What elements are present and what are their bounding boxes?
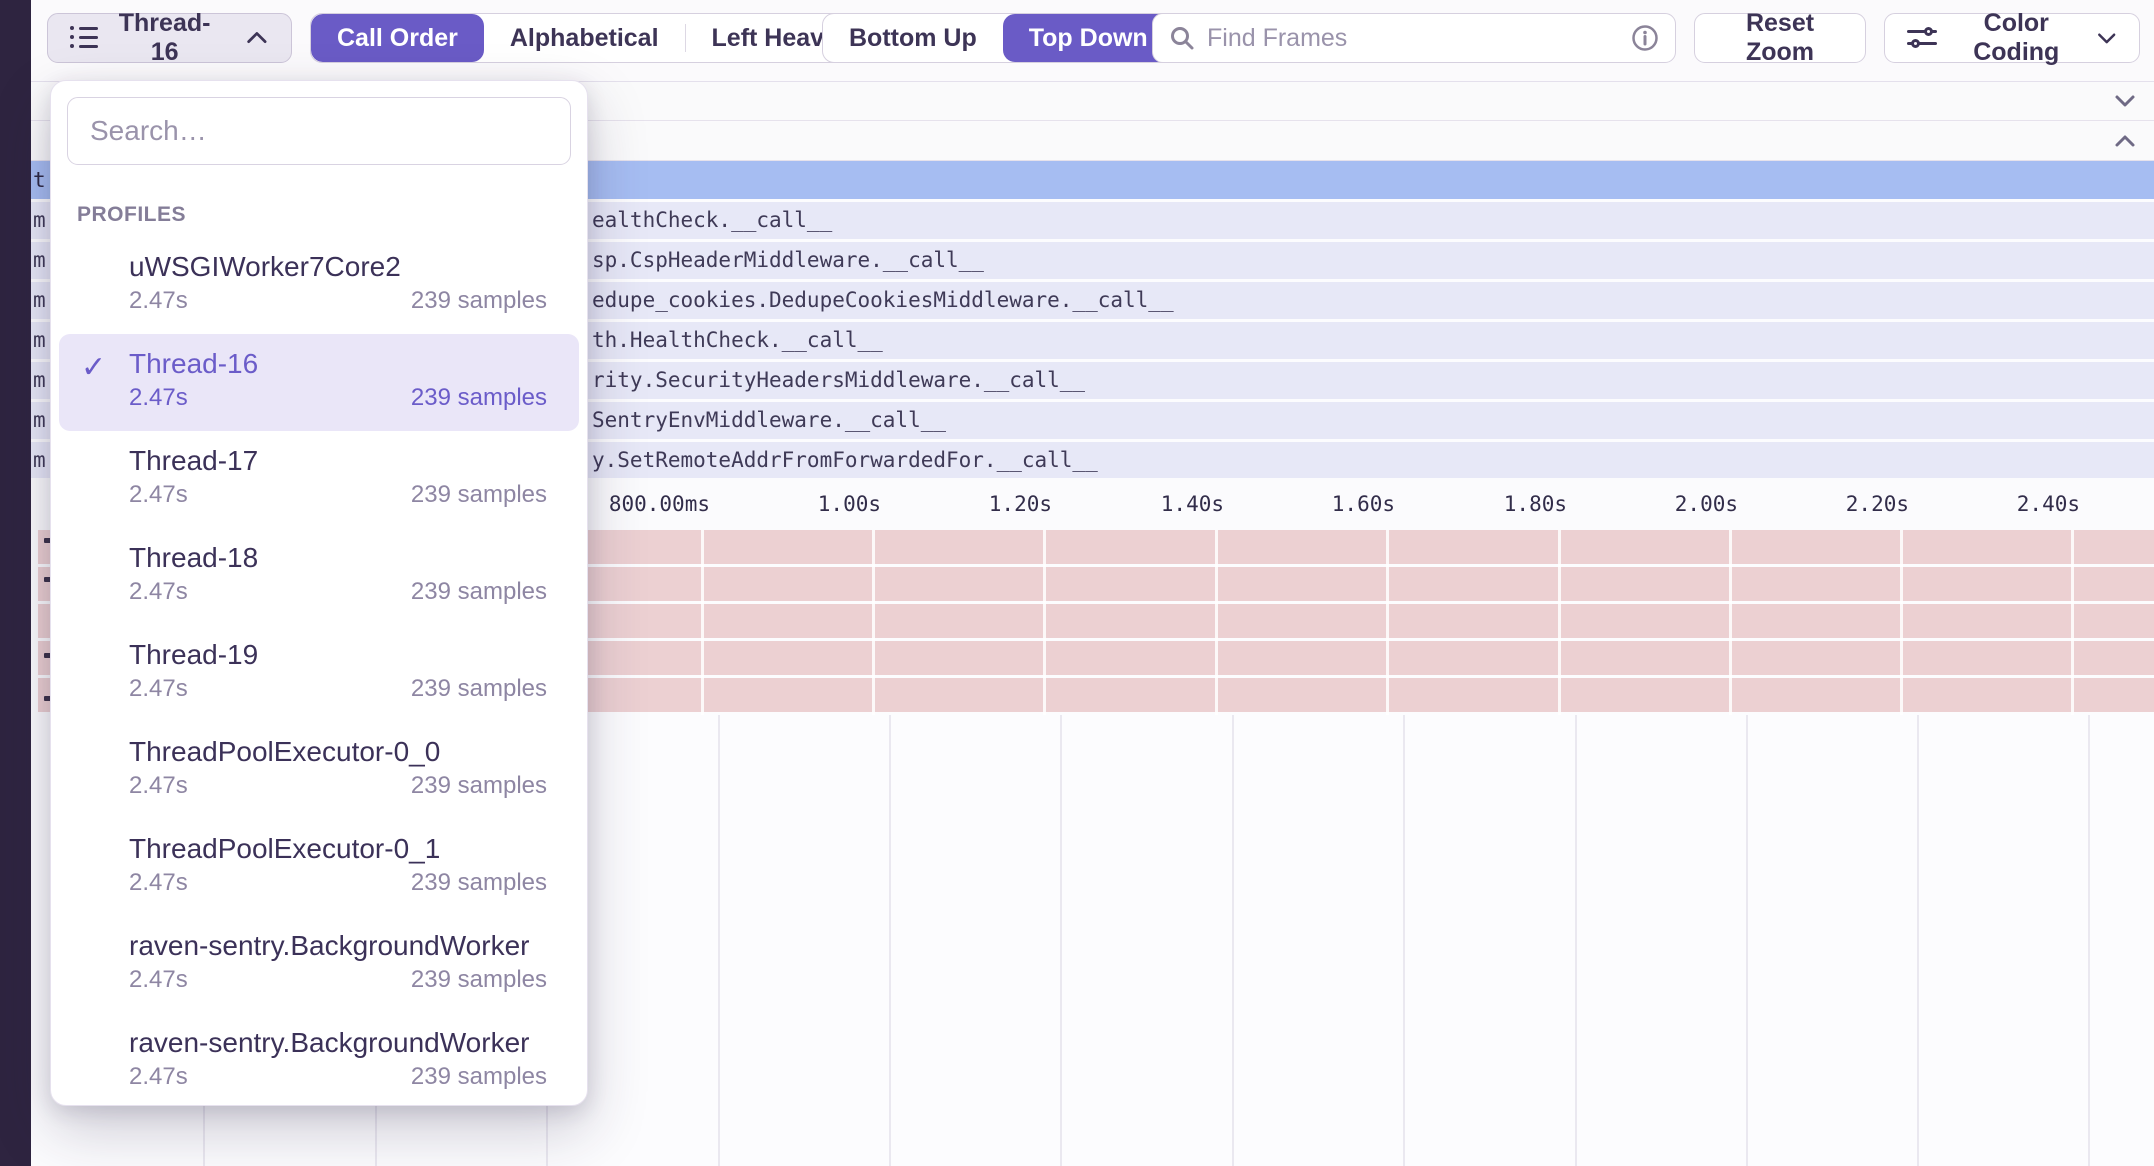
gridline: [1232, 715, 1234, 1166]
profile-name: Thread-19: [129, 638, 547, 672]
axis-tick-label: 1.40s: [1074, 478, 1224, 530]
profile-samples: 239 samples: [411, 384, 547, 412]
frame-label: y.SetRemoteAddrFromForwardedFor.__call__: [592, 442, 1098, 479]
profile-duration: 2.47s: [129, 869, 188, 897]
profile-duration: 2.47s: [129, 966, 188, 994]
info-icon[interactable]: [1631, 24, 1659, 52]
checkmark-icon: ✓: [81, 350, 106, 385]
chevron-up-icon[interactable]: [2112, 130, 2138, 152]
profile-item-threadpoolexecutor-0-1[interactable]: ThreadPoolExecutor-0_1 2.47s 239 samples: [59, 819, 579, 916]
axis-tick-label: 2.20s: [1759, 478, 1909, 530]
chevron-up-icon: [245, 29, 269, 47]
profile-samples: 239 samples: [411, 869, 547, 897]
profile-item-thread-16[interactable]: ✓ Thread-16 2.47s 239 samples: [59, 334, 579, 431]
frame-text-fragment: m: [33, 282, 46, 319]
profile-samples: 239 samples: [411, 772, 547, 800]
axis-tick-label: 2.00s: [1588, 478, 1738, 530]
thread-row-text-fragment: t: [33, 161, 46, 199]
frame-text-fragment: m: [33, 322, 46, 359]
frame-text-fragment: m: [33, 362, 46, 399]
profile-item-raven-sentry-backgroundworker-2[interactable]: raven-sentry.BackgroundWorker 2.47s 239 s…: [59, 1013, 579, 1106]
gridline: [718, 715, 720, 1166]
profile-duration: 2.47s: [129, 384, 188, 412]
axis-tick-label: 2.40s: [1930, 478, 2080, 530]
reset-zoom-label: Reset Zoom: [1717, 9, 1843, 67]
app-sidebar-rail: [0, 0, 31, 1166]
frame-text-fragment: m: [33, 442, 46, 479]
profile-item-thread-18[interactable]: Thread-18 2.47s 239 samples: [59, 528, 579, 625]
thread-selector-label: Thread-16: [110, 9, 219, 67]
profile-item-thread-19[interactable]: Thread-19 2.47s 239 samples: [59, 625, 579, 722]
gridline: [1060, 715, 1062, 1166]
sort-alphabetical-button[interactable]: Alphabetical: [484, 14, 685, 62]
sliders-icon: [1907, 27, 1937, 49]
axis-tick-label: 1.00s: [731, 478, 881, 530]
gridline: [1575, 715, 1577, 1166]
search-icon: [1169, 25, 1195, 51]
reset-zoom-button[interactable]: Reset Zoom: [1694, 13, 1866, 63]
profile-duration: 2.47s: [129, 287, 188, 315]
profile-samples: 239 samples: [411, 675, 547, 703]
profile-samples: 239 samples: [411, 966, 547, 994]
profile-duration: 2.47s: [129, 675, 188, 703]
bottom-up-button[interactable]: Bottom Up: [823, 14, 1003, 62]
chevron-down-icon: [2096, 29, 2117, 47]
gridline: [889, 715, 891, 1166]
frame-label: ealthCheck.__call__: [592, 202, 832, 239]
frame-label: rity.SecurityHeadersMiddleware.__call__: [592, 362, 1085, 399]
profile-samples: 239 samples: [411, 481, 547, 509]
frame-text-fragment: m: [33, 242, 46, 279]
profile-name: ThreadPoolExecutor-0_0: [129, 735, 547, 769]
profile-name: raven-sentry.BackgroundWorker: [129, 929, 547, 963]
frame-text-fragment: m: [33, 402, 46, 439]
profile-samples: 239 samples: [411, 578, 547, 606]
profile-samples: 239 samples: [411, 1063, 547, 1091]
axis-tick-label: 1.80s: [1417, 478, 1567, 530]
profile-item-uwsgiworker7core2[interactable]: uWSGIWorker7Core2 2.47s 239 samples: [59, 237, 579, 334]
profile-samples: 239 samples: [411, 287, 547, 315]
frame-label: sp.CspHeaderMiddleware.__call__: [592, 242, 984, 279]
profile-name: ThreadPoolExecutor-0_1: [129, 832, 547, 866]
thread-dropdown-panel: PROFILES uWSGIWorker7Core2 2.47s 239 samp…: [50, 80, 588, 1106]
find-frames-field: [1152, 13, 1676, 63]
profiles-section-label: PROFILES: [51, 181, 587, 237]
sort-mode-segmented-control: Call Order Alphabetical Left Heavy: [310, 13, 865, 63]
dropdown-search-input[interactable]: [90, 115, 548, 147]
color-coding-button[interactable]: Color Coding: [1884, 13, 2140, 63]
frame-text-fragment: m: [33, 202, 46, 239]
profile-item-thread-17[interactable]: Thread-17 2.47s 239 samples: [59, 431, 579, 528]
frame-label: th.HealthCheck.__call__: [592, 322, 883, 359]
axis-tick-label: 1.20s: [902, 478, 1052, 530]
profile-name: uWSGIWorker7Core2: [129, 250, 547, 284]
profile-name: Thread-16: [129, 347, 547, 381]
profile-name: raven-sentry.BackgroundWorker: [129, 1026, 547, 1060]
profile-name: Thread-18: [129, 541, 547, 575]
profile-duration: 2.47s: [129, 578, 188, 606]
gridline: [1403, 715, 1405, 1166]
profile-item-raven-sentry-backgroundworker-1[interactable]: raven-sentry.BackgroundWorker 2.47s 239 s…: [59, 916, 579, 1013]
top-down-button[interactable]: Top Down: [1003, 14, 1174, 62]
frame-label: SentryEnvMiddleware.__call__: [592, 402, 946, 439]
profile-duration: 2.47s: [129, 481, 188, 509]
find-frames-input[interactable]: [1207, 24, 1619, 53]
toolbar: Thread-16 Call Order Alphabetical Left H…: [31, 0, 2154, 82]
profile-name: Thread-17: [129, 444, 547, 478]
color-coding-label: Color Coding: [1951, 9, 2082, 67]
profile-item-threadpoolexecutor-0-0[interactable]: ThreadPoolExecutor-0_0 2.47s 239 samples: [59, 722, 579, 819]
list-icon: [70, 26, 98, 50]
dropdown-search-field: [67, 97, 571, 165]
gridline: [1746, 715, 1748, 1166]
gridline: [2088, 715, 2090, 1166]
gridline: [1917, 715, 1919, 1166]
profile-duration: 2.47s: [129, 772, 188, 800]
thread-selector-button[interactable]: Thread-16: [47, 13, 292, 63]
sort-call-order-button[interactable]: Call Order: [311, 14, 484, 62]
chevron-down-icon[interactable]: [2112, 90, 2138, 112]
frame-label: edupe_cookies.DedupeCookiesMiddleware.__…: [592, 282, 1174, 319]
profile-duration: 2.47s: [129, 1063, 188, 1091]
axis-tick-label: 1.60s: [1245, 478, 1395, 530]
direction-segmented-control: Bottom Up Top Down: [822, 13, 1175, 63]
